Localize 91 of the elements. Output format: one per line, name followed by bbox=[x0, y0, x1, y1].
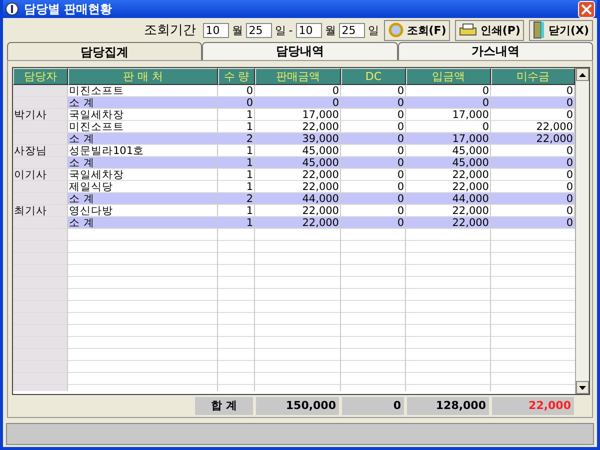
table-cell: 1 bbox=[218, 169, 255, 181]
range-separator: - bbox=[288, 24, 293, 36]
total-value: 22,000 bbox=[492, 397, 574, 415]
table-cell: 국일세차장 bbox=[68, 109, 218, 121]
month-field[interactable]: 10 bbox=[296, 22, 322, 38]
column-header: DC bbox=[341, 68, 406, 85]
table-cell: 0 bbox=[341, 193, 406, 205]
caret-down-icon bbox=[579, 386, 586, 390]
total-value: 0 bbox=[342, 397, 404, 415]
lens-icon bbox=[388, 22, 404, 38]
table-cell: 소 계 bbox=[68, 157, 218, 169]
table-cell bbox=[13, 181, 68, 193]
period-label: 조회기간 bbox=[144, 22, 196, 39]
app-icon bbox=[5, 2, 19, 16]
table-cell: 0 bbox=[491, 193, 575, 205]
table-cell: 17,000 bbox=[406, 109, 491, 121]
table-cell: 0 bbox=[341, 97, 406, 109]
table-cell: 45,000 bbox=[406, 157, 491, 169]
table-cell: 0 bbox=[491, 157, 575, 169]
month-label: 월 bbox=[232, 22, 243, 38]
table-cell bbox=[13, 85, 68, 97]
tab[interactable]: 담당집계 bbox=[7, 42, 202, 61]
table-cell: 17,000 bbox=[255, 109, 341, 121]
table-cell bbox=[13, 121, 68, 133]
table-cell: 이기사 bbox=[13, 169, 68, 181]
table-cell bbox=[13, 217, 68, 229]
column-header: 판매금액 bbox=[255, 68, 341, 85]
search-button[interactable]: 조회(F) bbox=[384, 20, 450, 40]
table-cell: 소 계 bbox=[68, 217, 218, 229]
table-cell: 최기사 bbox=[13, 205, 68, 217]
window-title: 담당별 판매현황 bbox=[24, 0, 114, 18]
day-field[interactable]: 25 bbox=[338, 22, 365, 38]
table-cell: 17,000 bbox=[406, 133, 491, 145]
table-cell: 2 bbox=[218, 193, 255, 205]
close-button[interactable]: 닫기(X) bbox=[529, 20, 593, 40]
table-cell: 22,000 bbox=[406, 169, 491, 181]
total-label: 합 계 bbox=[195, 397, 253, 415]
table-cell: 22,000 bbox=[255, 169, 341, 181]
table-cell: 44,000 bbox=[406, 193, 491, 205]
table-cell bbox=[13, 133, 68, 145]
table-cell: 0 bbox=[491, 97, 575, 109]
column-header: 입금액 bbox=[406, 68, 491, 85]
table-cell: 0 bbox=[341, 217, 406, 229]
scroll-up-button[interactable] bbox=[576, 68, 589, 81]
month-label: 월 bbox=[324, 22, 336, 38]
table-cell: 소 계 bbox=[68, 133, 218, 145]
table-cell: 0 bbox=[255, 97, 341, 109]
table-cell: 0 bbox=[341, 133, 406, 145]
table-cell: 소 계 bbox=[68, 97, 218, 109]
table-cell: 국일세차장 bbox=[68, 169, 218, 181]
column-header: 담당자 bbox=[13, 68, 68, 85]
tab[interactable]: 담당내역 bbox=[202, 42, 398, 60]
scrollbar[interactable] bbox=[575, 68, 589, 394]
table-cell: 2 bbox=[218, 133, 255, 145]
table-cell: 44,000 bbox=[255, 193, 341, 205]
day-label: 일 bbox=[368, 22, 379, 38]
table-cell: 박기사 bbox=[13, 109, 68, 121]
table-cell: 45,000 bbox=[255, 157, 341, 169]
table-cell: 0 bbox=[491, 217, 575, 229]
day-field[interactable]: 25 bbox=[246, 22, 272, 38]
door-icon bbox=[533, 21, 546, 39]
close-button[interactable] bbox=[578, 0, 595, 18]
column-header: 판 매 처 bbox=[68, 68, 218, 85]
table-cell: 22,000 bbox=[406, 217, 491, 229]
table-cell: 22,000 bbox=[491, 133, 575, 145]
total-value: 128,000 bbox=[407, 397, 489, 415]
day-label: 일 bbox=[274, 22, 286, 38]
month-field[interactable]: 10 bbox=[202, 22, 229, 38]
table-cell: 1 bbox=[218, 109, 255, 121]
tab[interactable]: 가스내역 bbox=[398, 42, 593, 60]
table-cell: 사장님 bbox=[13, 145, 68, 157]
table-cell: 39,000 bbox=[255, 133, 341, 145]
table-cell: 22,000 bbox=[255, 217, 341, 229]
table-cell bbox=[13, 97, 68, 109]
table-cell: 0 bbox=[341, 109, 406, 121]
table-cell: 0 bbox=[218, 97, 255, 109]
table-cell bbox=[13, 157, 68, 169]
table-cell: 1 bbox=[218, 217, 255, 229]
table-cell: 0 bbox=[406, 97, 491, 109]
total-value: 150,000 bbox=[256, 397, 339, 415]
table-cell: 0 bbox=[341, 157, 406, 169]
column-header: 미수금 bbox=[491, 68, 575, 85]
print-button[interactable]: 인쇄(P) bbox=[455, 20, 524, 40]
table-cell bbox=[13, 193, 68, 205]
printer-icon bbox=[459, 23, 478, 37]
table-cell: 1 bbox=[218, 157, 255, 169]
scroll-down-button[interactable] bbox=[576, 381, 589, 394]
table-cell: 소 계 bbox=[68, 193, 218, 205]
table-cell: 0 bbox=[341, 169, 406, 181]
column-header: 수 량 bbox=[218, 68, 255, 85]
caret-up-icon bbox=[579, 72, 586, 76]
